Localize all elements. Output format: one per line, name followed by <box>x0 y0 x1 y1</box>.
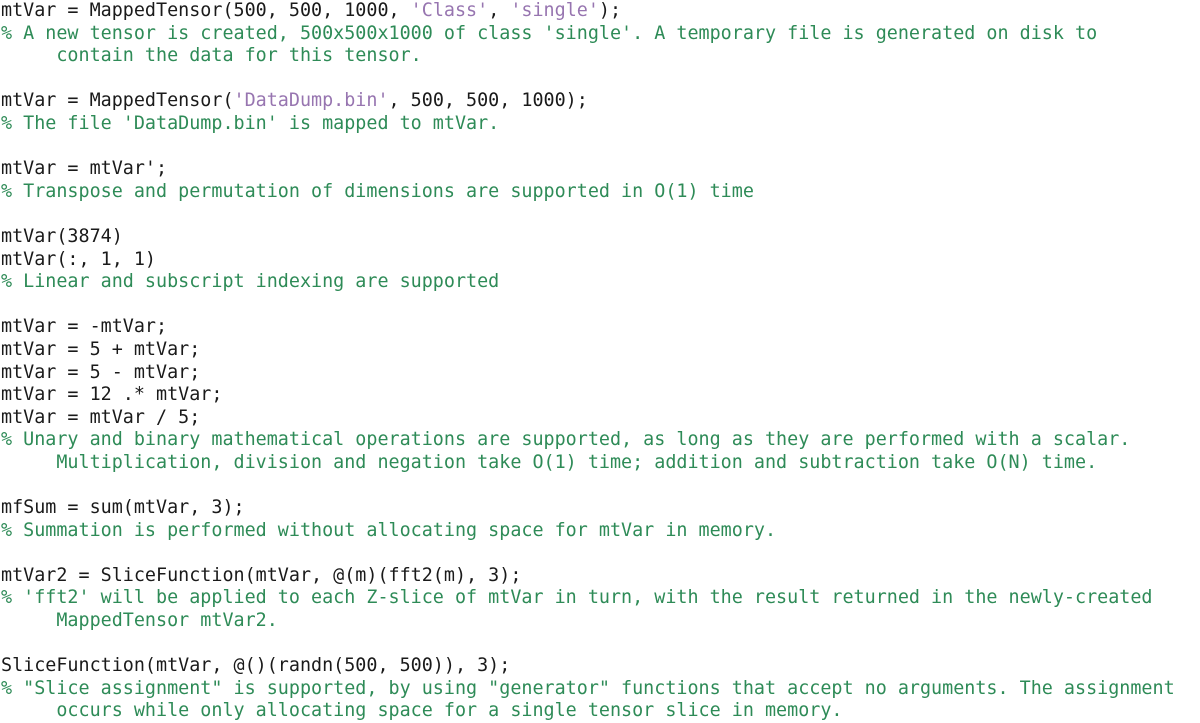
code-line: % 'fft2' will be applied to each Z-slice… <box>0 587 1200 610</box>
code-token-string: 'Class' <box>410 0 489 21</box>
code-token-code: mtVar(:, 1, 1) <box>1 248 157 270</box>
code-token-string: 'DataDump.bin' <box>233 90 389 112</box>
code-line: SliceFunction(mtVar, @()(randn(500, 500)… <box>0 655 1200 678</box>
code-line: % Summation is performed without allocat… <box>0 520 1200 543</box>
code-token-code: mtVar(3874) <box>1 225 123 247</box>
code-blank-line <box>0 542 1200 565</box>
code-line: mtVar = -mtVar; <box>0 316 1200 339</box>
code-listing: mtVar = MappedTensor(500, 500, 1000, 'Cl… <box>0 0 1200 721</box>
code-token-comment: % The file 'DataDump.bin' is mapped to m… <box>1 112 500 134</box>
code-token-comment: % "Slice assignment" is supported, by us… <box>1 677 1175 699</box>
code-token-code: SliceFunction(mtVar, @()(randn(500, 500)… <box>1 655 511 677</box>
code-token-string: 'single' <box>510 0 599 21</box>
code-token-comment: % Unary and binary mathematical operatio… <box>1 429 1131 451</box>
code-line: mtVar = 5 + mtVar; <box>0 339 1200 362</box>
code-token-code <box>1 294 12 315</box>
code-line: mtVar = 5 - mtVar; <box>0 362 1200 385</box>
code-line: mtVar = MappedTensor(500, 500, 1000, 'Cl… <box>0 0 1200 23</box>
code-line: % Linear and subscript indexing are supp… <box>0 271 1200 294</box>
code-line: mtVar = mtVar'; <box>0 158 1200 181</box>
code-token-code: ); <box>598 0 622 21</box>
code-line: contain the data for this tensor. <box>0 45 1200 68</box>
code-token-code: mtVar = MappedTensor( <box>1 90 234 112</box>
code-token-code <box>1 542 12 563</box>
code-line: Multiplication, division and negation ta… <box>0 452 1200 475</box>
code-token-code: , 500, 500, 1000); <box>388 90 588 112</box>
code-token-code: mtVar = MappedTensor(500, 500, 1000, <box>1 0 411 21</box>
code-token-code <box>1 474 12 495</box>
code-token-code: mtVar = mtVar'; <box>1 158 168 180</box>
code-token-comment: % Summation is performed without allocat… <box>1 519 777 541</box>
code-token-comment: occurs while only allocating space for a… <box>1 700 843 722</box>
code-token-code <box>1 633 12 654</box>
code-token-code: mtVar = 12 .* mtVar; <box>1 384 223 406</box>
code-token-code <box>1 203 12 224</box>
code-line: mtVar = mtVar / 5; <box>0 407 1200 430</box>
code-token-code: mtVar = mtVar / 5; <box>1 406 201 428</box>
code-token-comment: % 'fft2' will be applied to each Z-slice… <box>1 587 1153 609</box>
code-token-comment: MappedTensor mtVar2. <box>1 610 278 632</box>
code-blank-line <box>0 633 1200 656</box>
code-line: occurs while only allocating space for a… <box>0 700 1200 723</box>
code-blank-line <box>0 68 1200 91</box>
code-blank-line <box>0 474 1200 497</box>
code-line: mfSum = sum(mtVar, 3); <box>0 497 1200 520</box>
code-line: % A new tensor is created, 500x500x1000 … <box>0 23 1200 46</box>
code-line: % Transpose and permutation of dimension… <box>0 181 1200 204</box>
code-token-code: mtVar = -mtVar; <box>1 316 168 338</box>
code-line: % The file 'DataDump.bin' is mapped to m… <box>0 113 1200 136</box>
code-blank-line <box>0 294 1200 317</box>
code-blank-line <box>0 203 1200 226</box>
code-line: mtVar(:, 1, 1) <box>0 249 1200 272</box>
code-token-comment: % Transpose and permutation of dimension… <box>1 180 754 202</box>
code-token-code: mtVar2 = SliceFunction(mtVar, @(m)(fft2(… <box>1 564 522 586</box>
code-line: mtVar = MappedTensor('DataDump.bin', 500… <box>0 90 1200 113</box>
code-token-code: mtVar = 5 - mtVar; <box>1 361 201 383</box>
code-line: mtVar(3874) <box>0 226 1200 249</box>
code-token-code <box>1 136 12 157</box>
code-line: % "Slice assignment" is supported, by us… <box>0 678 1200 701</box>
code-token-code <box>1 68 12 89</box>
code-line: % Unary and binary mathematical operatio… <box>0 429 1200 452</box>
code-token-comment: Multiplication, division and negation ta… <box>1 451 1098 473</box>
code-token-code: , <box>488 0 511 21</box>
code-line: mtVar = 12 .* mtVar; <box>0 384 1200 407</box>
code-token-comment: contain the data for this tensor. <box>1 45 422 67</box>
code-blank-line <box>0 136 1200 159</box>
code-token-comment: % A new tensor is created, 500x500x1000 … <box>1 22 1098 44</box>
code-token-code: mtVar = 5 + mtVar; <box>1 338 201 360</box>
code-line: MappedTensor mtVar2. <box>0 610 1200 633</box>
code-token-code: mfSum = sum(mtVar, 3); <box>1 497 245 519</box>
code-line: mtVar2 = SliceFunction(mtVar, @(m)(fft2(… <box>0 565 1200 588</box>
code-token-comment: % Linear and subscript indexing are supp… <box>1 271 500 293</box>
